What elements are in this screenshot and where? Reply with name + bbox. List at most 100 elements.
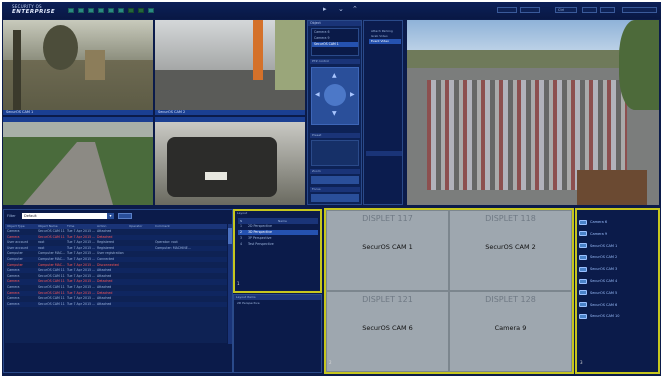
layout-row[interactable]: 4 Test Perspective <box>238 242 318 247</box>
object-item[interactable]: SecurOS CAM 3 <box>579 265 659 274</box>
layouts-panel-number: 1 <box>237 281 240 286</box>
table-cell: SecurOS CAM 11 <box>38 234 65 239</box>
chevron-down-icon[interactable]: ▾ <box>107 213 114 219</box>
table-cell: Tue 7 Apr 2015 ... <box>67 229 96 233</box>
table-row[interactable]: Camera SecurOS CAM 11 Tue 7 Apr 2015 ... De… <box>5 234 227 240</box>
table-cell: Computer MAC... <box>38 257 65 261</box>
object-item[interactable]: SecurOS CAM 10 <box>579 312 659 321</box>
camera-3-label <box>3 117 153 122</box>
events-scrollbar[interactable] <box>228 224 232 344</box>
object-item[interactable]: SecurOS CAM 1 <box>579 242 659 251</box>
table-cell: Camera <box>7 285 20 289</box>
table-cell: Computer: MACHINE... <box>155 245 191 250</box>
table-row[interactable]: Camera SecurOS CAM 11 Tue 7 Apr 2015 ... At… <box>5 274 227 279</box>
top-right-control-5[interactable] <box>622 7 657 13</box>
toolbar-button-4[interactable] <box>98 8 104 13</box>
table-row[interactable]: Camera SecurOS CAM 11 Tue 7 Apr 2015 ... At… <box>5 301 227 308</box>
displet-title: DISPLET 128 <box>485 295 536 304</box>
top-right-control-3[interactable] <box>582 7 597 13</box>
camera-view-3[interactable] <box>3 117 153 205</box>
object-item[interactable]: SecurOS CAM 4 <box>579 277 659 286</box>
table-row[interactable]: Camera SecurOS CAM 11 Tue 7 Apr 2015 ... De… <box>5 279 227 285</box>
toolbar-button-5[interactable] <box>108 8 114 13</box>
table-row[interactable]: Camera SecurOS CAM 11 Tue 7 Apr 2015 ... At… <box>5 296 227 301</box>
layout-row[interactable]: 2 3D Perspective <box>238 230 318 236</box>
context-subheader <box>366 151 402 156</box>
displet-128[interactable]: DISPLET 128 Camera 9 <box>449 291 572 372</box>
camera-4-label <box>155 117 305 122</box>
toolbar-button-8[interactable] <box>138 8 144 13</box>
layout-row[interactable]: 3 3P Perspective <box>238 236 318 241</box>
object-item[interactable]: SecurOS CAM 6 <box>579 301 659 310</box>
table-cell: User account <box>7 240 28 245</box>
layout-row[interactable]: 1 2D Perspective <box>238 224 318 229</box>
table-row[interactable]: User account root Tue 7 Apr 2015 ... Regist… <box>5 245 227 252</box>
ptz-down-icon[interactable]: ▼ <box>332 110 337 117</box>
table-cell: SecurOS CAM 11 <box>38 296 65 301</box>
table-cell: SecurOS CAM 11 <box>38 285 65 289</box>
objects-list: Camera 6 Camera 9 SecurOS CAM 1 SecurOS CAM… <box>577 218 659 321</box>
filter-select[interactable]: Default <box>22 213 114 219</box>
camera-view-parking[interactable] <box>407 20 659 205</box>
layout-name: Test Perspective <box>248 242 274 246</box>
filter-apply-button[interactable] <box>118 213 132 219</box>
table-row[interactable]: Camera SecurOS CAM 11 Tue 7 Apr 2015 ... De… <box>5 290 227 296</box>
ptz-joystick[interactable]: ▲ ▼ ◀ ▶ <box>311 67 359 125</box>
top-right-select[interactable]: Ctrl <box>555 7 577 13</box>
object-item[interactable]: SecurOS CAM 2 <box>579 253 659 262</box>
menu-item[interactable]: Event Video <box>369 39 401 44</box>
ptz-zoom-slider[interactable] <box>311 176 359 184</box>
table-row[interactable]: Computer Computer MAC... Tue 7 Apr 2015 ..… <box>5 263 227 268</box>
table-cell: Attached <box>97 296 112 301</box>
top-right-control-4[interactable] <box>600 7 615 13</box>
object-item[interactable]: Camera 6 <box>579 218 659 227</box>
nav-left-icon[interactable]: ▸ <box>323 5 327 13</box>
table-row[interactable]: Camera SecurOS CAM 11 Tue 7 Apr 2015 ... At… <box>5 229 227 234</box>
toolbar-button-1[interactable] <box>68 8 74 13</box>
top-right-control-2[interactable] <box>520 7 540 13</box>
layout-number: 1 <box>240 224 243 228</box>
ptz-object-list[interactable]: Camera 6 Camera 9 SecurOS CAM 1 <box>311 28 359 56</box>
table-row[interactable]: Camera SecurOS CAM 11 Tue 7 Apr 2015 ... At… <box>5 285 227 290</box>
toolbar-button-6[interactable] <box>118 8 124 13</box>
ptz-preset-area[interactable] <box>311 140 359 166</box>
table-cell: Tue 7 Apr 2015 ... <box>67 290 96 295</box>
table-cell: SecurOS CAM 11 <box>38 273 65 278</box>
toolbar-button-2[interactable] <box>78 8 84 13</box>
toolbar-button-9[interactable] <box>148 8 154 13</box>
camera-icon <box>579 278 587 284</box>
displet-121[interactable]: DISPLET 121 SecurOS CAM 6 <box>326 291 449 372</box>
layout-item[interactable]: 2D Perspective <box>237 301 260 305</box>
ptz-left-icon[interactable]: ◀ <box>315 91 320 98</box>
toolbar-button-3[interactable] <box>88 8 94 13</box>
displet-117[interactable]: DISPLET 117 SecurOS CAM 1 <box>326 210 449 291</box>
table-row[interactable]: Computer Computer MAC... Tue 7 Apr 2015 ..… <box>5 251 227 256</box>
table-row[interactable]: User account root Tue 7 Apr 2015 ... Regist… <box>5 240 227 245</box>
camera-icon <box>579 254 587 260</box>
ptz-object-item[interactable]: SecurOS CAM 1 <box>312 42 358 48</box>
camera-view-2[interactable]: SecurOS CAM 2 <box>155 20 305 115</box>
table-row[interactable]: Camera SecurOS CAM 11 Tue 7 Apr 2015 ... At… <box>5 268 227 274</box>
nav-down-icon[interactable]: ⌄ <box>338 5 344 13</box>
camera-view-1[interactable]: SecurOS CAM 1 <box>3 20 153 115</box>
displet-118[interactable]: DISPLET 118 SecurOS CAM 2 <box>449 210 572 291</box>
ptz-object-item[interactable]: Camera 9 <box>312 36 358 41</box>
table-cell: Tue 7 Apr 2015 ... <box>67 234 96 239</box>
camera-view-4[interactable] <box>155 117 305 205</box>
table-row[interactable]: Computer Computer MAC... Tue 7 Apr 2015 ..… <box>5 257 227 263</box>
object-item[interactable]: Camera 9 <box>579 230 659 239</box>
ptz-focus-slider[interactable] <box>311 194 359 202</box>
object-label: Camera 6 <box>590 220 608 224</box>
camera-2-label: SecurOS CAM 2 <box>155 110 305 115</box>
object-item[interactable]: SecurOS CAM 5 <box>579 289 659 298</box>
ptz-control-label: PTZ control <box>310 59 360 64</box>
nav-up-icon[interactable]: ⌃ <box>352 5 358 13</box>
layout-name: 3D Perspective <box>248 230 272 234</box>
top-right-control-1[interactable] <box>497 7 517 13</box>
ptz-object-item[interactable]: Camera 6 <box>312 30 358 35</box>
toolbar-button-7[interactable] <box>128 8 134 13</box>
table-cell: Computer MAC... <box>38 251 65 256</box>
displet-title: DISPLET 117 <box>362 214 413 223</box>
ptz-up-icon[interactable]: ▲ <box>332 72 337 79</box>
ptz-right-icon[interactable]: ▶ <box>350 91 355 98</box>
